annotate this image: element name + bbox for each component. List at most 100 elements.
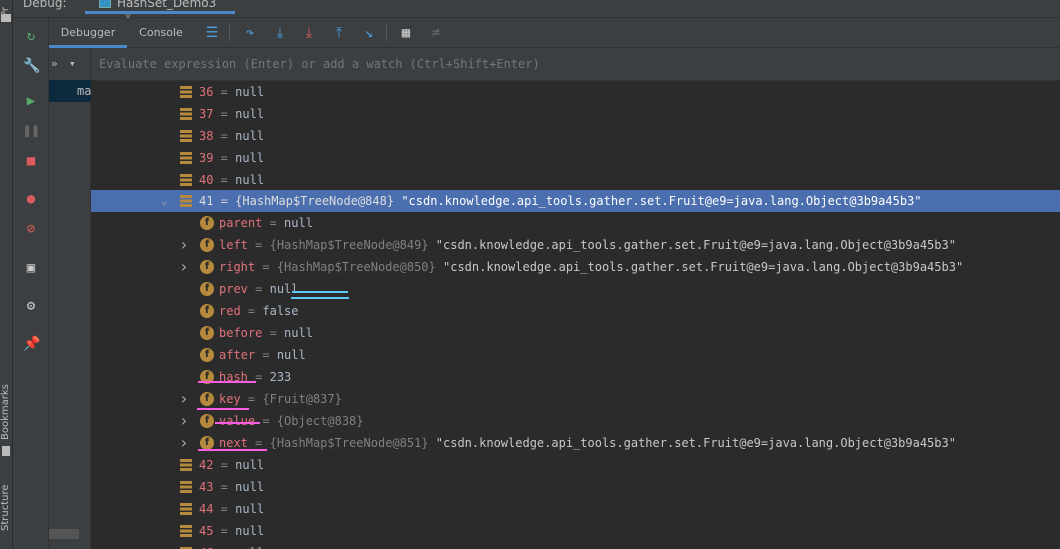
- value: null: [235, 173, 265, 187]
- field-row[interactable]: f prev = null: [91, 278, 1060, 300]
- field-icon: f: [200, 238, 214, 252]
- array-element-row[interactable]: 4646 = null: [91, 542, 1060, 549]
- layout-icon[interactable]: ☰: [203, 24, 221, 42]
- bookmarks-tool-tab[interactable]: Bookmarks: [0, 382, 13, 442]
- array-element-row[interactable]: 3939 = null: [91, 147, 1060, 169]
- field-name: parent: [219, 216, 263, 230]
- array-element-icon: [180, 481, 192, 493]
- chevron-right-icon[interactable]: ›: [179, 410, 189, 432]
- camera-icon[interactable]: ▣: [23, 260, 39, 276]
- trace-icon[interactable]: ≠: [427, 24, 445, 42]
- field-value: null: [284, 326, 313, 340]
- horizontal-scrollbar[interactable]: [49, 529, 79, 539]
- field-value: null: [269, 282, 299, 296]
- field-name: red: [219, 304, 241, 318]
- field-value: 233: [269, 370, 292, 384]
- field-name: prev: [219, 282, 248, 296]
- field-row[interactable]: f hash = 233: [91, 366, 1060, 388]
- chevron-right-icon[interactable]: ›: [179, 432, 189, 454]
- field-name: before: [219, 326, 263, 340]
- chevron-down-icon[interactable]: ⌄: [161, 190, 171, 212]
- annotation-underline: [215, 422, 260, 424]
- step-into-icon[interactable]: ⤓: [271, 24, 289, 42]
- array-element-row[interactable]: ⌄4141 = {HashMap$TreeNode@848} "csdn.kno…: [91, 190, 1060, 212]
- debug-actions-toolbar: ↻ 🔧 ▶ ❚❚ ■ ● ⊘ ▣ ⚙ 📌: [13, 18, 49, 549]
- variables-tree: 3636 = null3737 = null3838 = null3939 = …: [91, 81, 1060, 549]
- field-row[interactable]: f before = null: [91, 322, 1060, 344]
- mute-breakpoints-icon[interactable]: ⊘: [23, 221, 39, 237]
- value: null: [235, 458, 265, 472]
- value: null: [235, 480, 265, 494]
- debugger-toolbar: Debugger Console ☰ ↷ ⤓ ⤓ ⤒ ↘ ▦ ≠: [49, 18, 1060, 48]
- chevron-right-icon[interactable]: ›: [179, 256, 189, 278]
- field-value: null: [284, 216, 313, 230]
- value: null: [235, 524, 265, 538]
- evaluate-expression-input[interactable]: [91, 48, 1060, 80]
- array-element-icon: [180, 130, 192, 142]
- field-icon: f: [200, 304, 214, 318]
- folder-icon: [1, 14, 11, 22]
- stop-icon[interactable]: ■: [23, 153, 39, 169]
- field-row[interactable]: › f value = {Object@838}: [91, 410, 1060, 432]
- step-out-icon[interactable]: ⤒: [330, 24, 348, 42]
- field-row[interactable]: › f key = {Fruit@837}: [91, 388, 1060, 410]
- array-element-row[interactable]: 3838 = null: [91, 125, 1060, 147]
- value-text: key = {Fruit@837}: [219, 392, 342, 406]
- tab-debugger[interactable]: Debugger: [49, 18, 127, 48]
- debug-label: Debug:: [23, 0, 67, 10]
- view-breakpoints-icon[interactable]: ●: [23, 191, 39, 207]
- run-tab[interactable]: HashSet_Demo3 ✕: [85, 0, 235, 24]
- divider: [386, 24, 387, 42]
- chevron-down-icon[interactable]: ▾: [69, 57, 76, 70]
- array-element-icon: [180, 86, 192, 98]
- field-value: null: [276, 348, 306, 362]
- field-row[interactable]: f after = null: [91, 344, 1060, 366]
- field-row[interactable]: f parent = null: [91, 212, 1060, 234]
- annotation-underline: [198, 449, 267, 451]
- field-row[interactable]: › f left = {HashMap$TreeNode@849} "csdn.kn…: [91, 234, 1060, 256]
- value-text: value = {Object@838}: [219, 414, 364, 428]
- annotation-underline: [197, 408, 249, 410]
- value: null: [235, 85, 265, 99]
- resume-icon[interactable]: ▶: [23, 93, 39, 109]
- evaluate-icon[interactable]: ▦: [397, 24, 415, 42]
- array-element-row[interactable]: 4343 = null: [91, 476, 1060, 498]
- array-element-row[interactable]: 4444 = null: [91, 498, 1060, 520]
- step-over-icon[interactable]: ↷: [241, 24, 259, 42]
- gear-icon[interactable]: ⚙: [23, 298, 39, 314]
- force-step-into-icon[interactable]: ⤓: [300, 24, 318, 42]
- field-icon: f: [200, 282, 214, 296]
- field-icon: f: [200, 392, 214, 406]
- pause-icon[interactable]: ❚❚: [23, 123, 40, 139]
- value-text: 41 = {HashMap$TreeNode@848} "csdn.knowle…: [213, 194, 922, 208]
- tab-console[interactable]: Console: [127, 18, 195, 48]
- settings-wrench-icon[interactable]: 🔧: [23, 58, 40, 74]
- pin-icon[interactable]: 📌: [23, 336, 40, 352]
- array-element-row[interactable]: 3737 = null: [91, 103, 1060, 125]
- array-element-row[interactable]: 3636 = null: [91, 81, 1060, 103]
- array-element-icon: [180, 525, 192, 537]
- field-row[interactable]: f red = false: [91, 300, 1060, 322]
- field-name: left: [219, 238, 248, 252]
- more-icon[interactable]: »: [51, 57, 58, 70]
- field-row[interactable]: › f right = {HashMap$TreeNode@850} "csdn.k…: [91, 256, 1060, 278]
- eval-left: » ▾: [49, 48, 91, 81]
- rerun-icon[interactable]: ↻: [23, 28, 39, 44]
- array-element-icon: [180, 503, 192, 515]
- chevron-right-icon[interactable]: ›: [179, 234, 189, 256]
- array-element-row[interactable]: 4040 = null: [91, 169, 1060, 191]
- field-name: value: [219, 414, 256, 428]
- array-element-row[interactable]: 4545 = null: [91, 520, 1060, 542]
- field-name: next: [219, 436, 248, 450]
- run-to-cursor-icon[interactable]: ↘: [360, 24, 378, 42]
- value: null: [235, 107, 265, 121]
- value-text: parent = null: [219, 216, 313, 230]
- structure-tool-tab[interactable]: Structure: [0, 478, 13, 538]
- frame-item[interactable]: main: [49, 80, 91, 102]
- array-element-icon: [180, 195, 192, 207]
- object-ref: {HashMap$TreeNode@850}: [276, 260, 436, 274]
- array-element-row[interactable]: 4242 = null: [91, 454, 1060, 476]
- value-text: prev = null: [219, 282, 299, 296]
- object-ref: {HashMap$TreeNode@848}: [235, 194, 395, 208]
- chevron-right-icon[interactable]: ›: [179, 388, 189, 410]
